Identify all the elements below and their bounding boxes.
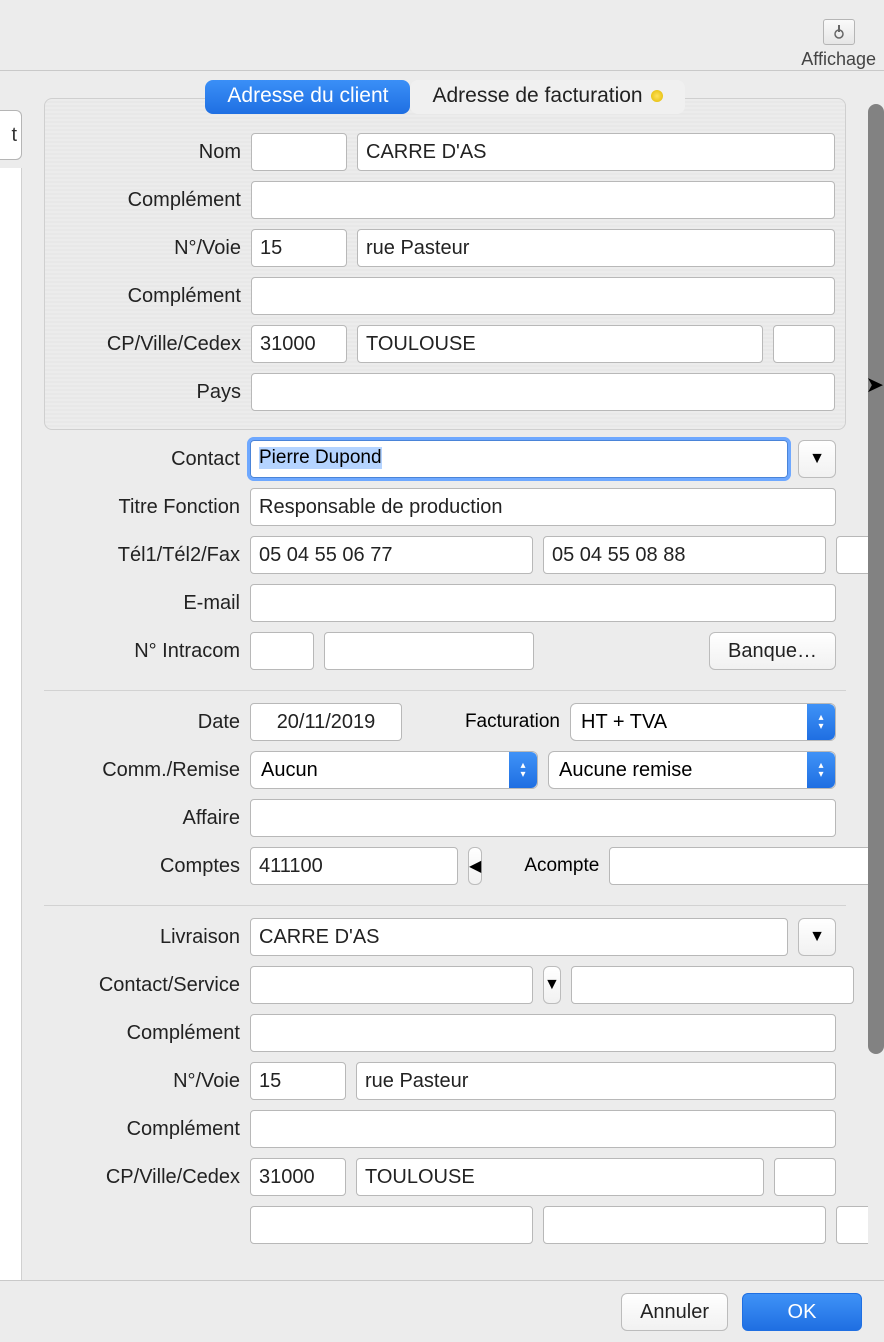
compte-input[interactable] <box>250 847 458 885</box>
contact-input[interactable] <box>250 440 788 478</box>
dialog-footer: Annuler OK <box>0 1280 884 1342</box>
livraison-section: Livraison ▼ Contact/Service ▼ Complément… <box>44 918 846 1258</box>
label-acompte: Acompte <box>524 855 599 877</box>
select-stepper-icon <box>807 752 835 788</box>
titre-input[interactable] <box>250 488 836 526</box>
livraison-voie-input[interactable] <box>356 1062 836 1100</box>
left-panel <box>0 168 22 1280</box>
nom-prefix-input[interactable] <box>251 133 347 171</box>
label-liv-nvoie: N°/Voie <box>54 1070 240 1093</box>
tab-adresse-client[interactable]: Adresse du client <box>205 80 410 114</box>
commercial-value: Aucun <box>261 759 318 782</box>
livraison-nom-input[interactable] <box>250 918 788 956</box>
label-contactservice: Contact/Service <box>54 974 240 997</box>
banque-button[interactable]: Banque… <box>709 632 836 670</box>
commercial-select[interactable]: Aucun <box>250 751 538 789</box>
complement1-input[interactable] <box>251 181 835 219</box>
dossier-section: Date Facturation HT + TVA Comm./Remise A… <box>44 703 846 899</box>
intracom1-input[interactable] <box>250 632 314 670</box>
nom-input[interactable] <box>357 133 835 171</box>
label-affaire: Affaire <box>54 807 240 830</box>
label-comptes: Comptes <box>54 855 240 878</box>
acompte-input[interactable] <box>609 847 868 885</box>
tab-label: Adresse de facturation <box>432 84 642 108</box>
email-input[interactable] <box>250 584 836 622</box>
livraison-contact-dropdown[interactable]: ▼ <box>543 966 561 1004</box>
select-stepper-icon <box>509 752 537 788</box>
tab-label: Adresse du client <box>227 84 388 108</box>
affichage-label: Affichage <box>801 49 876 70</box>
ville-input[interactable] <box>357 325 763 363</box>
label-intracom: N° Intracom <box>54 640 240 663</box>
facturation-select[interactable]: HT + TVA <box>570 703 836 741</box>
triangle-left-icon: ◀ <box>469 856 481 876</box>
compte-prev-button[interactable]: ◀ <box>468 847 482 885</box>
livraison-complement2-input[interactable] <box>250 1110 836 1148</box>
left-tab-fragment[interactable]: t <box>0 110 22 160</box>
numero-input[interactable] <box>251 229 347 267</box>
label-cpville: CP/Ville/Cedex <box>55 333 241 356</box>
livraison-cp-input[interactable] <box>250 1158 346 1196</box>
remise-select[interactable]: Aucune remise <box>548 751 836 789</box>
label-contact: Contact <box>54 448 240 471</box>
label-complement: Complément <box>55 189 241 212</box>
toggle-switch-icon <box>823 19 855 45</box>
label-email: E-mail <box>54 592 240 615</box>
label-commremise: Comm./Remise <box>54 759 240 782</box>
livraison-dropdown-button[interactable]: ▼ <box>798 918 836 956</box>
extra-input-2[interactable] <box>543 1206 826 1244</box>
livraison-num-input[interactable] <box>250 1062 346 1100</box>
label-nvoie: N°/Voie <box>55 237 241 260</box>
contact-section: Contact Pierre Dupond ▼ Titre Fonction T… <box>44 430 846 684</box>
select-stepper-icon <box>807 704 835 740</box>
vertical-scrollbar[interactable] <box>868 104 884 1054</box>
livraison-complement1-input[interactable] <box>250 1014 836 1052</box>
intracom2-input[interactable] <box>324 632 534 670</box>
fax-input[interactable] <box>836 536 868 574</box>
ok-label: OK <box>788 1301 817 1324</box>
label-date: Date <box>54 711 240 734</box>
label-titre: Titre Fonction <box>54 496 240 519</box>
livraison-cedex-input[interactable] <box>774 1158 836 1196</box>
livraison-ville-input[interactable] <box>356 1158 764 1196</box>
cedex-input[interactable] <box>773 325 835 363</box>
tab-adresse-facturation[interactable]: Adresse de facturation <box>410 80 684 114</box>
pays-input[interactable] <box>251 373 835 411</box>
livraison-service-input[interactable] <box>571 966 854 1004</box>
cancel-label: Annuler <box>640 1301 709 1324</box>
top-toolbar: Affichage <box>801 0 884 70</box>
label-pays: Pays <box>55 381 241 404</box>
label-liv-complement2: Complément <box>54 1118 240 1141</box>
label-nom: Nom <box>55 141 241 164</box>
cancel-button[interactable]: Annuler <box>621 1293 728 1331</box>
tel1-input[interactable] <box>250 536 533 574</box>
client-address-group: Nom Complément N°/Voie Complément CP/Vil… <box>44 98 846 430</box>
label-tel: Tél1/Tél2/Fax <box>54 544 240 567</box>
tel2-input[interactable] <box>543 536 826 574</box>
chevron-down-icon: ▼ <box>809 450 825 468</box>
extra-input-3[interactable] <box>836 1206 868 1244</box>
left-tab-label: t <box>11 124 17 147</box>
affaire-input[interactable] <box>250 799 836 837</box>
contact-dropdown-button[interactable]: ▼ <box>798 440 836 478</box>
label-liv-cpville: CP/Ville/Cedex <box>54 1166 240 1189</box>
cp-input[interactable] <box>251 325 347 363</box>
date-input[interactable] <box>250 703 402 741</box>
status-dot-icon <box>651 90 663 102</box>
label-livraison: Livraison <box>54 926 240 949</box>
chevron-down-icon: ▼ <box>544 976 560 994</box>
voie-input[interactable] <box>357 229 835 267</box>
facturation-value: HT + TVA <box>581 711 667 734</box>
extra-input-1[interactable] <box>250 1206 533 1244</box>
label-facturation: Facturation <box>440 711 560 733</box>
label-complement2: Complément <box>55 285 241 308</box>
chevron-down-icon: ▼ <box>809 928 825 946</box>
banque-label: Banque… <box>728 640 817 663</box>
complement2-input[interactable] <box>251 277 835 315</box>
label-liv-complement: Complément <box>54 1022 240 1045</box>
livraison-contact-input[interactable] <box>250 966 533 1004</box>
ok-button[interactable]: OK <box>742 1293 862 1331</box>
remise-value: Aucune remise <box>559 759 692 782</box>
affichage-toolbar-item[interactable]: Affichage <box>801 17 876 70</box>
